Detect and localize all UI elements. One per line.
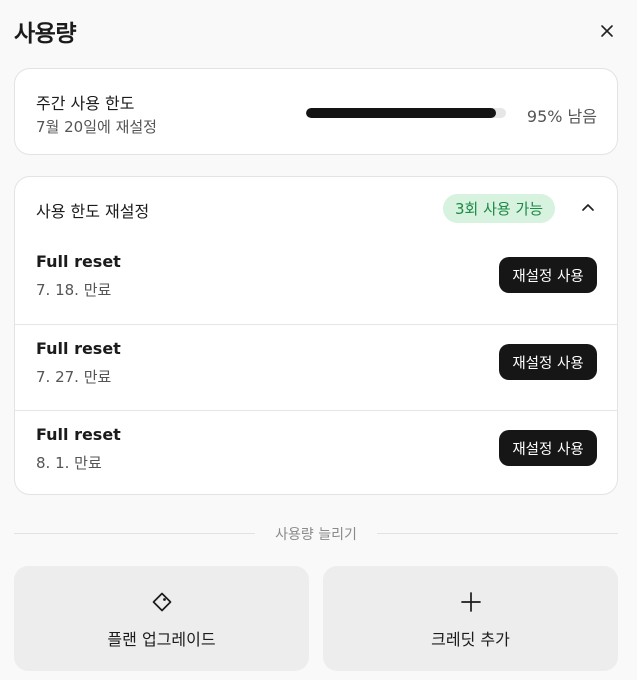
chevron-up-icon [582, 204, 594, 211]
weekly-limit-title: 주간 사용 한도 [36, 94, 135, 113]
use-reset-button[interactable]: 재설정 사용 [499, 430, 597, 466]
add-credits-button[interactable]: 크레딧 추가 [323, 566, 618, 671]
reset-item-title: Full reset [36, 425, 121, 444]
available-count-badge: 3회 사용 가능 [443, 194, 556, 223]
usage-progress-bar [306, 108, 506, 118]
upgrade-plan-label: 플랜 업그레이드 [107, 630, 216, 649]
reset-item-title: Full reset [36, 339, 121, 358]
reset-item-title: Full reset [36, 252, 121, 271]
usage-remaining-text: 95% 남음 [526, 107, 597, 126]
section-divider-right [377, 533, 618, 534]
reset-item-expiry: 7. 27. 만료 [36, 368, 112, 386]
use-reset-button[interactable]: 재설정 사용 [499, 344, 597, 380]
add-credits-label: 크레딧 추가 [431, 630, 510, 649]
increase-usage-label: 사용량 늘리기 [275, 527, 357, 543]
upgrade-plan-button[interactable]: 플랜 업그레이드 [14, 566, 309, 671]
reset-item: Full reset 7. 27. 만료 재설정 사용 [15, 324, 617, 410]
section-divider-left [14, 533, 255, 534]
reset-item: Full reset 8. 1. 만료 재설정 사용 [15, 410, 617, 496]
limit-reset-title: 사용 한도 재설정 [36, 202, 150, 221]
weekly-reset-date: 7월 20일에 재설정 [36, 118, 157, 136]
close-button[interactable] [596, 20, 618, 42]
plus-icon [459, 590, 483, 614]
use-reset-button[interactable]: 재설정 사용 [499, 257, 597, 293]
collapse-button[interactable] [577, 197, 599, 219]
weekly-limit-card: 주간 사용 한도 7월 20일에 재설정 95% 남음 [14, 68, 618, 155]
limit-reset-card: 사용 한도 재설정 3회 사용 가능 Full reset 7. 18. 만료 … [14, 176, 618, 495]
reset-item: Full reset 7. 18. 만료 재설정 사용 [15, 238, 617, 324]
diamond-tag-icon [150, 590, 174, 614]
reset-item-expiry: 7. 18. 만료 [36, 281, 112, 299]
reset-item-expiry: 8. 1. 만료 [36, 454, 102, 472]
close-icon [601, 25, 613, 37]
dialog-title: 사용량 [14, 21, 76, 47]
usage-progress-fill [306, 108, 496, 118]
